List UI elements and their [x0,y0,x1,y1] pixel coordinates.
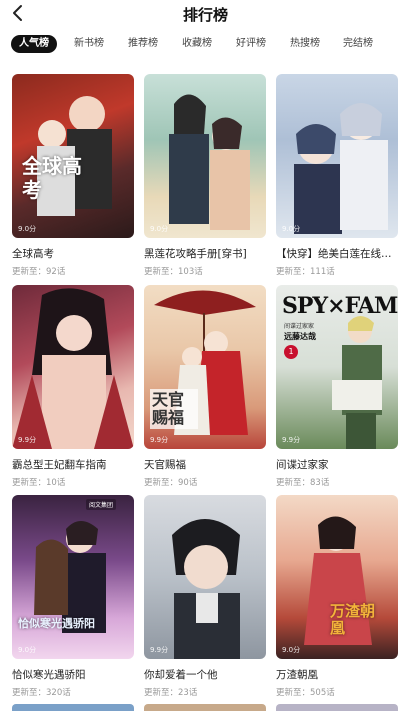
book-title[interactable]: 【快穿】绝美白莲在线教学 [276,246,398,261]
book-title[interactable]: 黑莲花攻略手册[穿书] [144,246,266,261]
score-badge: 9.0分 [282,225,301,233]
update-status: 更新至：23话 [144,688,198,698]
book-card[interactable]: SPY×FAMILY 间谍过家家 远藤达哉 1 9.9分 间谍过家家 更新至：8… [276,285,398,488]
book-card[interactable]: 9.0分 【快穿】绝美白莲在线教学 更新至：111话 [276,74,398,277]
score-badge: 9.0分 [282,646,301,654]
book-title[interactable]: 天官赐福 [144,457,266,472]
score-badge: 9.0分 [18,225,37,233]
cover-peek [144,704,266,711]
book-cover[interactable]: 9.9分 [144,495,266,659]
cover-illustration [34,521,106,633]
score-badge: 9.9分 [282,436,301,444]
book-card[interactable]: 阅文集团 恰似寒光遇骄阳 9.0分 恰似寒光遇骄阳 更新至：320话 [12,495,134,698]
book-title[interactable]: 全球高考 [12,246,134,261]
next-row-peek [0,704,411,711]
tab-recommend[interactable]: 推荐榜 [128,35,158,53]
score-badge: 9.9分 [150,436,169,444]
book-cover[interactable]: 9.0分 [144,74,266,238]
update-status: 更新至：111话 [276,267,335,277]
update-status: 更新至：103话 [144,267,203,277]
tab-completed[interactable]: 完结榜 [343,35,373,53]
book-cover[interactable]: 天官赐福 9.9分 [144,285,266,449]
book-title[interactable]: 恰似寒光遇骄阳 [12,667,134,682]
book-card[interactable]: 9.0分 黑莲花攻略手册[穿书] 更新至：103话 [144,74,266,277]
update-status: 更新至：320话 [12,688,71,698]
book-cover[interactable]: 全球高考 9.0分 [12,74,134,238]
cover-illustration [12,288,134,449]
score-badge: 9.9分 [150,646,169,654]
tab-hot-search[interactable]: 热搜榜 [290,35,320,53]
book-cover[interactable]: 9.0分 [276,74,398,238]
book-cover[interactable]: 万渣朝凰 9.0分 [276,495,398,659]
update-status: 更新至：90话 [144,478,198,488]
tab-popular[interactable]: 人气榜 [11,35,57,53]
book-title[interactable]: 霸总型王妃翻车指南 [12,457,134,472]
cover-title-art: 全球高考 [22,154,82,202]
cover-title-art: 恰似寒光遇骄阳 [18,617,95,630]
score-badge: 9.0分 [150,225,169,233]
score-badge: 9.0分 [18,646,37,654]
cover-illustration [169,94,250,230]
book-card[interactable]: 全球高考 9.0分 全球高考 更新至：92话 [12,74,134,277]
cover-illustration [332,316,382,449]
cover-illustration [294,103,388,234]
score-badge: 9.9分 [18,436,37,444]
book-title[interactable]: 万渣朝凰 [276,667,398,682]
cover-illustration [172,519,240,659]
header-bar: 排行榜 [0,0,411,28]
book-card[interactable]: 9.9分 你却爱着一个他 更新至：23话 [144,495,266,698]
book-title[interactable]: 间谍过家家 [276,457,398,472]
book-cover[interactable]: 9.9分 [12,285,134,449]
book-card[interactable]: 9.9分 霸总型王妃翻车指南 更新至：10话 [12,285,134,488]
update-status: 更新至：83话 [276,478,330,488]
book-card[interactable]: 天官赐福 9.9分 天官赐福 更新至：90话 [144,285,266,488]
cover-title-art: 万渣朝凰 [330,602,376,637]
book-cover[interactable]: 阅文集团 恰似寒光遇骄阳 9.0分 [12,495,134,659]
book-title[interactable]: 你却爱着一个他 [144,667,266,682]
book-card[interactable]: 万渣朝凰 9.0分 万渣朝凰 更新至：505话 [276,495,398,698]
category-tabs: 人气榜 新书榜 推荐榜 收藏榜 好评榜 热搜榜 完结榜 [0,35,411,55]
cover-peek [276,704,398,711]
update-status: 更新至：505话 [276,688,335,698]
update-status: 更新至：10话 [12,478,66,488]
page-title: 排行榜 [182,6,228,24]
cover-peek [12,704,134,711]
tab-new[interactable]: 新书榜 [74,35,104,53]
cover-title-art: 天官赐福 [150,389,198,429]
update-status: 更新至：92话 [12,267,66,277]
book-cover[interactable]: SPY×FAMILY 间谍过家家 远藤达哉 1 9.9分 [276,285,398,449]
tab-rating[interactable]: 好评榜 [236,35,266,53]
tab-favorite[interactable]: 收藏榜 [182,35,212,53]
